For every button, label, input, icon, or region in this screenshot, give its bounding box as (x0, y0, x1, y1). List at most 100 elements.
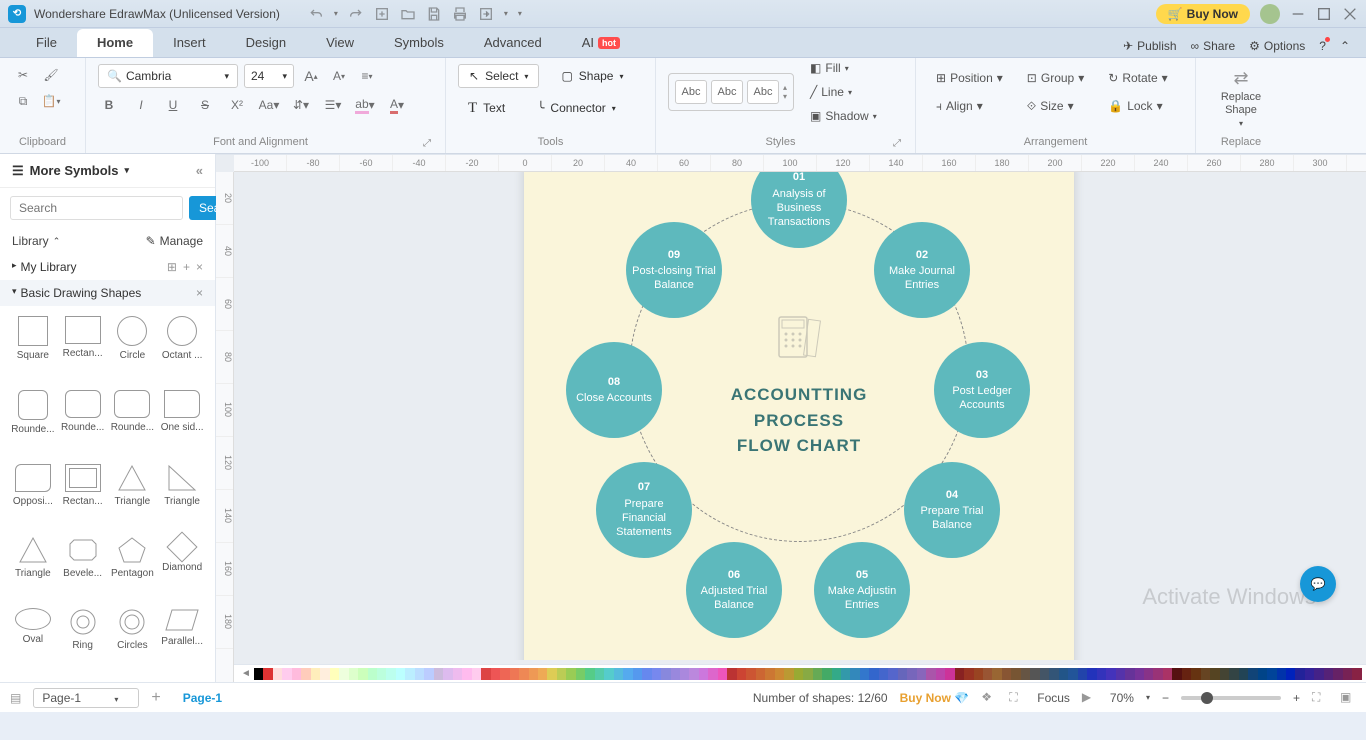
decrease-font-button[interactable]: A▾ (328, 65, 350, 87)
shape-circle[interactable]: Circle (110, 316, 156, 382)
color-swatch[interactable] (917, 668, 926, 680)
color-swatch[interactable] (585, 668, 594, 680)
align-button[interactable]: ≡▾ (356, 65, 378, 87)
help-button[interactable]: ? (1319, 39, 1326, 53)
color-swatch[interactable] (992, 668, 1001, 680)
color-swatch[interactable] (1295, 668, 1304, 680)
shape-rectangle[interactable]: Rectan... (60, 316, 106, 382)
menu-home[interactable]: Home (77, 29, 153, 57)
color-swatch[interactable] (1286, 668, 1295, 680)
publish-button[interactable]: ✈Publish (1123, 39, 1176, 53)
color-swatch[interactable] (254, 668, 263, 680)
color-swatch[interactable] (869, 668, 878, 680)
undo-icon[interactable] (308, 6, 324, 22)
color-swatch[interactable] (415, 668, 424, 680)
zoom-in-button[interactable]: + (1293, 691, 1300, 705)
zoom-slider-thumb[interactable] (1201, 692, 1213, 704)
library-link[interactable]: Library ⌃ (12, 234, 60, 248)
cut-button[interactable]: ✂ (12, 64, 34, 86)
shape-ring[interactable]: Ring (60, 608, 106, 672)
export-dropdown[interactable]: ▾ (504, 9, 508, 18)
color-swatch[interactable] (1030, 668, 1039, 680)
replace-shape-button[interactable]: ⇄ Replace Shape ▾ (1208, 64, 1274, 132)
color-swatch[interactable] (1153, 668, 1162, 680)
color-swatch[interactable] (1333, 668, 1342, 680)
color-swatch[interactable] (680, 668, 689, 680)
color-swatch[interactable] (708, 668, 717, 680)
color-swatch[interactable] (727, 668, 736, 680)
flow-node-07[interactable]: 07Prepare Financial Statements (596, 462, 692, 558)
color-swatch[interactable] (595, 668, 604, 680)
color-swatch[interactable] (1305, 668, 1314, 680)
color-swatch[interactable] (1172, 668, 1181, 680)
color-swatch[interactable] (699, 668, 708, 680)
align-arrange-button[interactable]: ⫞Align▾ (928, 95, 1011, 117)
shape-rounded-2[interactable]: Rounde... (60, 390, 106, 456)
color-swatch[interactable] (1163, 668, 1172, 680)
shape-rounded-3[interactable]: Rounde... (110, 390, 156, 456)
position-button[interactable]: ⊞Position▾ (928, 67, 1011, 89)
color-swatch[interactable] (273, 668, 282, 680)
paste-button[interactable]: 📋▾ (40, 90, 62, 112)
color-swatch[interactable] (1002, 668, 1011, 680)
buy-now-status-button[interactable]: Buy Now 💎 (900, 691, 970, 705)
color-swatch[interactable] (1087, 668, 1096, 680)
color-swatch[interactable] (358, 668, 367, 680)
menu-file[interactable]: File (16, 29, 77, 57)
page-select[interactable]: Page-1 ▾ (33, 688, 139, 708)
shape-oval[interactable]: Oval (10, 608, 56, 672)
flow-node-03[interactable]: 03Post Ledger Accounts (934, 342, 1030, 438)
shadow-button[interactable]: ▣Shadow▾ (802, 105, 885, 127)
color-swatch[interactable] (1097, 668, 1106, 680)
fit-page-icon[interactable]: ⛶ (1312, 690, 1328, 706)
menu-advanced[interactable]: Advanced (464, 29, 562, 57)
color-swatch[interactable] (926, 668, 935, 680)
color-swatch[interactable] (604, 668, 613, 680)
shape-tool-button[interactable]: ▢Shape▾ (551, 64, 633, 88)
color-swatch[interactable] (888, 668, 897, 680)
color-swatch[interactable] (689, 668, 698, 680)
collapse-ribbon-button[interactable]: ⌃ (1340, 39, 1350, 53)
color-swatch[interactable] (1078, 668, 1087, 680)
close-icon[interactable]: × (196, 260, 203, 274)
color-swatch[interactable] (1144, 668, 1153, 680)
shape-triangle-1[interactable]: Triangle (110, 464, 156, 528)
options-button[interactable]: ⚙Options (1249, 39, 1305, 53)
flow-node-08[interactable]: 08Close Accounts (566, 342, 662, 438)
fullscreen-icon[interactable]: ▣ (1340, 690, 1356, 706)
shape-rectangle-2[interactable]: Rectan... (60, 464, 106, 528)
color-swatch[interactable] (500, 668, 509, 680)
font-family-select[interactable]: 🔍 Cambria ▾ (98, 64, 238, 88)
color-swatch[interactable] (453, 668, 462, 680)
lock-button[interactable]: 🔒Lock▾ (1100, 95, 1175, 117)
color-swatch[interactable] (936, 668, 945, 680)
color-swatch[interactable] (983, 668, 992, 680)
my-library-section[interactable]: ▸My Library ⊞ + × (0, 254, 215, 280)
color-swatch[interactable] (1201, 668, 1210, 680)
color-swatch[interactable] (974, 668, 983, 680)
shape-pentagon[interactable]: Pentagon (110, 536, 156, 600)
symbol-search-input[interactable] (10, 196, 183, 220)
spacing-button[interactable]: ⇵▾ (290, 94, 312, 116)
styles-down[interactable]: ▾ (783, 92, 787, 101)
shape-triangle-3[interactable]: Triangle (10, 536, 56, 600)
size-button[interactable]: ⟐Size▾ (1019, 95, 1092, 117)
shape-triangle-2[interactable]: Triangle (159, 464, 205, 528)
color-swatch[interactable] (424, 668, 433, 680)
minimize-icon[interactable] (1290, 6, 1306, 22)
export-icon[interactable] (478, 6, 494, 22)
color-swatch[interactable] (642, 668, 651, 680)
color-swatch[interactable] (1011, 668, 1020, 680)
color-swatch[interactable] (1248, 668, 1257, 680)
color-swatch[interactable] (566, 668, 575, 680)
color-swatch[interactable] (803, 668, 812, 680)
color-swatch[interactable] (292, 668, 301, 680)
color-swatch[interactable] (405, 668, 414, 680)
color-swatch[interactable] (510, 668, 519, 680)
color-swatch[interactable] (737, 668, 746, 680)
color-swatch[interactable] (822, 668, 831, 680)
color-swatch[interactable] (330, 668, 339, 680)
close-icon[interactable] (1342, 6, 1358, 22)
select-tool-button[interactable]: ↖Select▾ (458, 64, 539, 88)
color-swatch[interactable] (1239, 668, 1248, 680)
